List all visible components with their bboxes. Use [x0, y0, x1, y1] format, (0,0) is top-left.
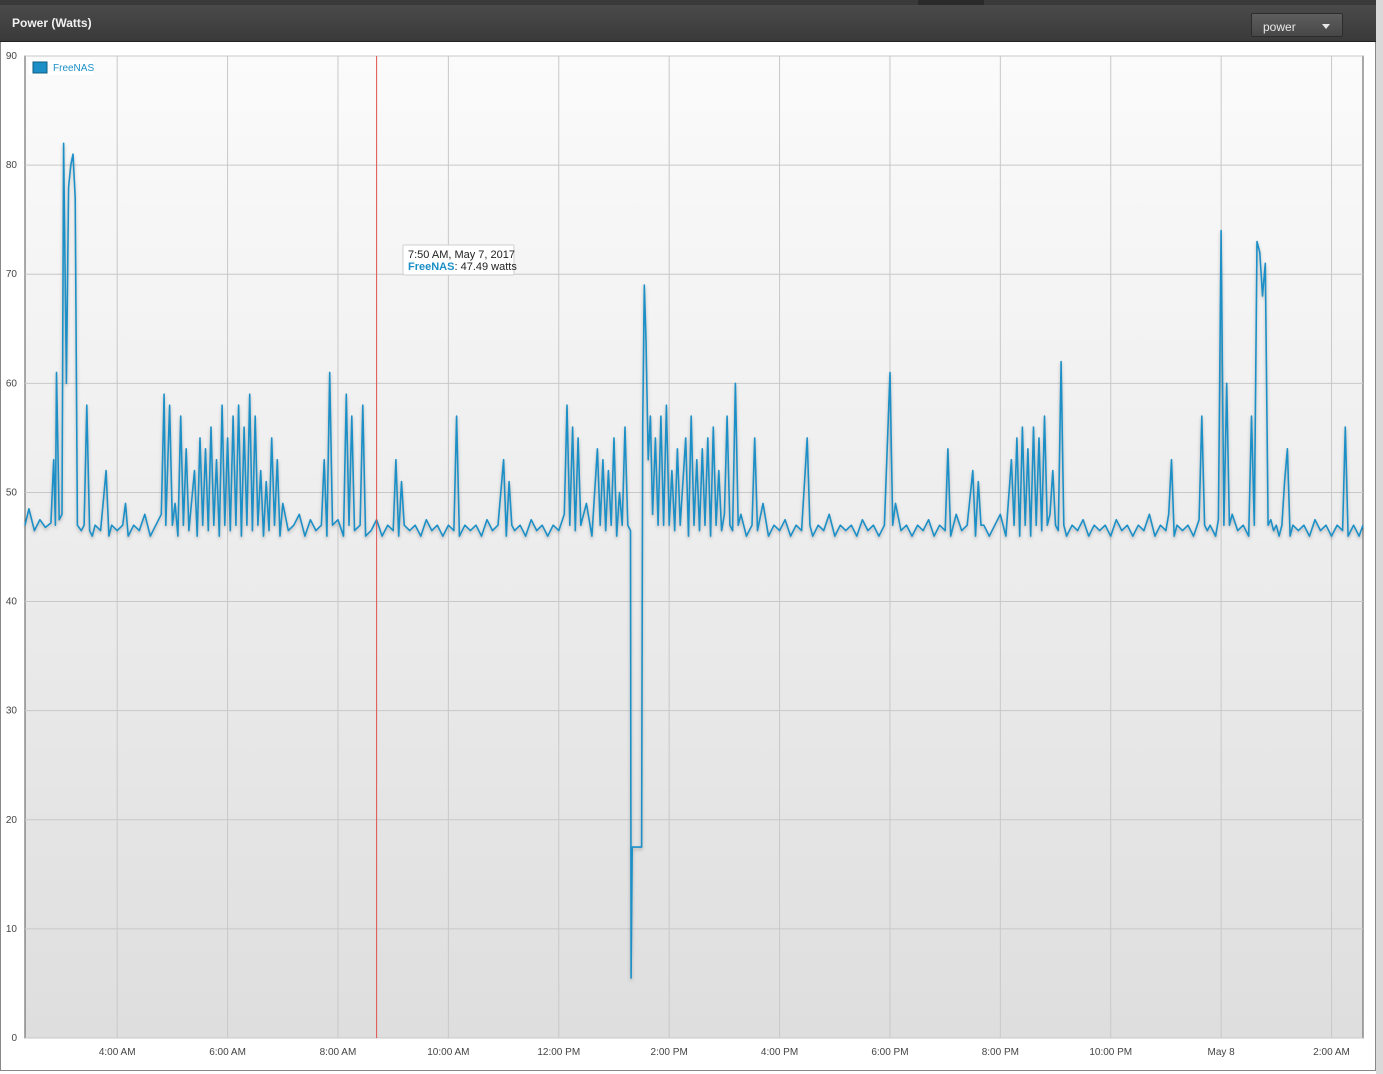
x-tick-label: 12:00 PM	[537, 1047, 580, 1058]
x-tick-label: 8:00 PM	[982, 1047, 1019, 1058]
y-tick-label: 90	[6, 51, 18, 62]
power-chart[interactable]: 0 10 20 30 40 50 60 70 80 90 4:00 AM 6:00 AM 8:00 A…	[0, 0, 1376, 1074]
y-tick-label: 30	[6, 706, 18, 717]
scrollbar-track[interactable]	[1376, 0, 1383, 1074]
y-tick-label: 80	[6, 160, 18, 171]
y-axis-ticks: 0 10 20 30 40 50 60 70 80 90	[6, 51, 18, 1044]
y-tick-label: 70	[6, 269, 18, 280]
y-tick-label: 40	[6, 597, 18, 608]
x-tick-label: 2:00 AM	[1313, 1047, 1350, 1058]
legend-swatch	[32, 61, 48, 74]
tooltip: 7:50 AM, May 7, 2017 FreeNAS: 47.49 watt…	[402, 244, 517, 276]
y-tick-label: 10	[6, 924, 18, 935]
plot-area	[24, 55, 1364, 1039]
x-tick-label: May 8	[1208, 1047, 1236, 1058]
tooltip-series-name: FreeNAS	[408, 261, 454, 273]
tooltip-time: 7:50 AM, May 7, 2017	[408, 249, 515, 261]
tooltip-value: : 47.49 watts	[454, 261, 517, 273]
legend-label: FreeNAS	[53, 63, 94, 74]
tooltip-value-row: FreeNAS: 47.49 watts	[408, 261, 517, 273]
x-tick-label: 6:00 PM	[871, 1047, 908, 1058]
x-tick-label: 10:00 AM	[427, 1047, 469, 1058]
x-tick-label: 2:00 PM	[651, 1047, 688, 1058]
y-tick-label: 20	[6, 815, 18, 826]
x-tick-label: 4:00 PM	[761, 1047, 798, 1058]
x-tick-label: 8:00 AM	[320, 1047, 357, 1058]
y-tick-label: 0	[11, 1033, 17, 1044]
y-tick-label: 60	[6, 378, 18, 389]
y-tick-label: 50	[6, 487, 18, 498]
legend: FreeNAS	[29, 60, 94, 75]
x-tick-label: 4:00 AM	[99, 1047, 136, 1058]
x-tick-label: 10:00 PM	[1089, 1047, 1132, 1058]
x-tick-label: 6:00 AM	[209, 1047, 246, 1058]
x-axis-ticks: 4:00 AM 6:00 AM 8:00 AM 10:00 AM 12:00 PM 2:0…	[99, 1047, 1350, 1058]
